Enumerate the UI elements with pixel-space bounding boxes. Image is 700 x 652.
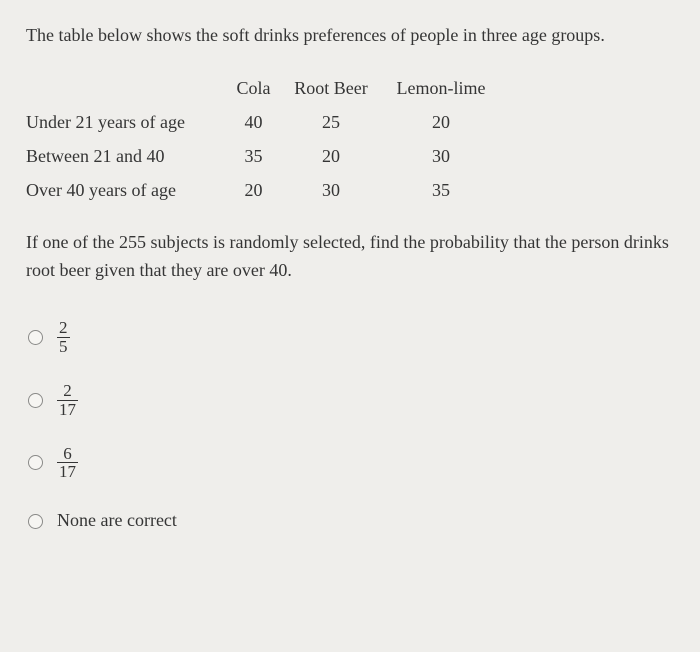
table-header-row: Cola Root Beer Lemon-lime <box>26 72 501 106</box>
cell: 40 <box>226 106 281 140</box>
radio-icon <box>28 514 43 529</box>
intro-text: The table below shows the soft drinks pr… <box>26 22 674 50</box>
option-4[interactable]: None are correct <box>28 507 674 535</box>
option-2[interactable]: 2 17 <box>28 382 674 419</box>
cell: 20 <box>281 140 381 174</box>
fraction-denominator: 5 <box>57 337 70 356</box>
preferences-table: Cola Root Beer Lemon-lime Under 21 years… <box>26 72 501 208</box>
fraction-denominator: 17 <box>57 400 78 419</box>
option-1[interactable]: 2 5 <box>28 319 674 356</box>
radio-icon <box>28 455 43 470</box>
option-text: None are correct <box>57 507 177 535</box>
cell: 20 <box>226 174 281 208</box>
table-row: Over 40 years of age 20 30 35 <box>26 174 501 208</box>
radio-icon <box>28 330 43 345</box>
fraction-numerator: 2 <box>61 382 74 400</box>
radio-icon <box>28 393 43 408</box>
answer-options: 2 5 2 17 6 17 None are correct <box>26 319 674 535</box>
col-header-lemonlime: Lemon-lime <box>381 72 501 106</box>
row-label: Over 40 years of age <box>26 174 226 208</box>
option-3[interactable]: 6 17 <box>28 445 674 482</box>
col-header-rootbeer: Root Beer <box>281 72 381 106</box>
col-header-cola: Cola <box>226 72 281 106</box>
cell: 35 <box>381 174 501 208</box>
table-row: Between 21 and 40 35 20 30 <box>26 140 501 174</box>
cell: 35 <box>226 140 281 174</box>
cell: 20 <box>381 106 501 140</box>
option-fraction: 2 17 <box>57 382 78 419</box>
option-fraction: 2 5 <box>57 319 70 356</box>
cell: 30 <box>281 174 381 208</box>
option-fraction: 6 17 <box>57 445 78 482</box>
fraction-denominator: 17 <box>57 462 78 481</box>
row-label: Between 21 and 40 <box>26 140 226 174</box>
fraction-numerator: 2 <box>57 319 70 337</box>
fraction-numerator: 6 <box>61 445 74 463</box>
cell: 25 <box>281 106 381 140</box>
question-text: If one of the 255 subjects is randomly s… <box>26 229 674 285</box>
cell: 30 <box>381 140 501 174</box>
row-label: Under 21 years of age <box>26 106 226 140</box>
table-row: Under 21 years of age 40 25 20 <box>26 106 501 140</box>
